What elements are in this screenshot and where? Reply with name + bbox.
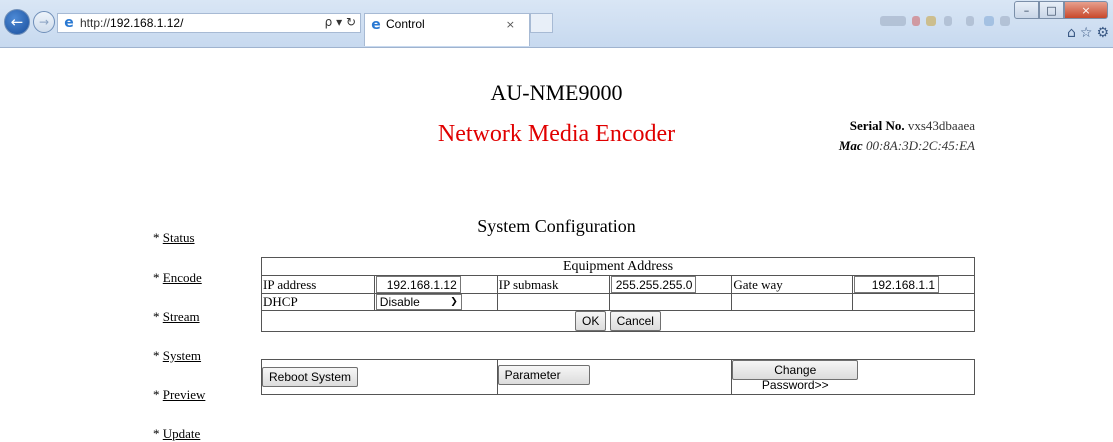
- window-controls: – □ ×: [1014, 1, 1108, 19]
- mac-value: 00:8A:3D:2C:45:EA: [865, 138, 975, 153]
- menu-bullet: *: [153, 348, 163, 363]
- equipment-address-header: Equipment Address: [261, 257, 975, 276]
- tab-ie-icon: e: [371, 17, 381, 33]
- menu-item-system: * System: [153, 348, 201, 364]
- serial-label: Serial No.: [849, 118, 905, 133]
- forward-arrow-icon[interactable]: →: [33, 11, 55, 33]
- empty-cell: [609, 293, 733, 311]
- empty-cell: [731, 293, 854, 311]
- maximize-icon[interactable]: □: [1039, 1, 1064, 19]
- ie-logo-icon: e: [64, 15, 74, 31]
- mac-address: Mac 00:8A:3D:2C:45:EA: [839, 138, 975, 154]
- reboot-system-button[interactable]: Reboot System: [262, 367, 359, 387]
- search-refresh-icons[interactable]: ρ ▾ ↻: [325, 15, 356, 29]
- ip-address-input[interactable]: [375, 276, 461, 293]
- blurred-toolbar-icons: [880, 12, 1020, 34]
- empty-cell: [852, 293, 975, 311]
- home-icon[interactable]: ⌂: [1067, 25, 1076, 41]
- favorites-star-icon[interactable]: ☆: [1080, 25, 1093, 41]
- gateway-label: Gate way: [731, 275, 854, 294]
- menu-item-encode: * Encode: [153, 270, 202, 286]
- menu-link-system[interactable]: System: [163, 348, 201, 363]
- ok-button[interactable]: OK: [575, 311, 607, 331]
- chevron-down-icon: ❯: [450, 297, 458, 307]
- password-cell: Change Password>>: [731, 359, 975, 395]
- address-url[interactable]: http://192.168.1.12/: [80, 16, 183, 30]
- reboot-cell: Reboot System: [261, 359, 498, 395]
- equipment-address-table: Equipment Address IP address IP submask …: [261, 257, 975, 332]
- menu-bullet: *: [153, 309, 163, 324]
- dhcp-label: DHCP: [261, 293, 375, 311]
- dhcp-selected-value: Disable: [379, 295, 420, 309]
- reset-cell: Parameter Rese: [496, 359, 733, 395]
- browser-tools: ⌂ ☆ ⚙: [1067, 25, 1109, 41]
- browser-tab[interactable]: e Control ×: [364, 13, 530, 46]
- url-protocol: http://: [80, 16, 111, 30]
- page-title: System Configuration: [477, 216, 636, 236]
- dhcp-select[interactable]: Disable ❯: [375, 294, 462, 310]
- menu-bullet: *: [153, 387, 163, 402]
- minimize-icon[interactable]: –: [1014, 1, 1039, 19]
- menu-bullet: *: [153, 270, 163, 285]
- mac-label: Mac: [838, 138, 863, 153]
- ip-submask-input[interactable]: [611, 276, 697, 293]
- url-host: 192.168.1.12/: [110, 16, 184, 30]
- ip-address-label: IP address: [261, 275, 375, 294]
- address-bar[interactable]: e http://192.168.1.12/ ρ ▾ ↻: [57, 13, 361, 33]
- menu-link-preview[interactable]: Preview: [163, 387, 206, 402]
- back-arrow-icon[interactable]: ←: [4, 9, 30, 35]
- settings-gear-icon[interactable]: ⚙: [1096, 25, 1109, 41]
- serial-number: Serial No. vxs43dbaaea: [850, 118, 975, 134]
- change-password-button[interactable]: Change Password>>: [732, 360, 859, 392]
- tab-close-icon[interactable]: ×: [506, 18, 515, 31]
- ip-submask-label: IP submask: [496, 275, 611, 294]
- cancel-button[interactable]: Cancel: [609, 311, 661, 331]
- menu-item-preview: * Preview: [153, 387, 205, 403]
- close-window-icon[interactable]: ×: [1064, 1, 1108, 19]
- system-actions-table: Reboot System Parameter Rese Change Pass…: [261, 359, 975, 395]
- menu-link-update[interactable]: Update: [163, 426, 201, 441]
- new-tab-button[interactable]: [530, 13, 553, 33]
- menu-link-stream[interactable]: Stream: [163, 309, 200, 324]
- form-buttons-row: OK Cancel: [261, 310, 975, 332]
- serial-value: vxs43dbaaea: [907, 118, 975, 133]
- device-model-title: AU-NME9000: [490, 80, 623, 105]
- browser-toolbar: ← → e http://192.168.1.12/ ρ ▾ ↻ e Contr…: [0, 0, 1113, 48]
- tab-title: Control: [386, 17, 425, 31]
- menu-item-stream: * Stream: [153, 309, 200, 325]
- empty-cell: [496, 293, 611, 311]
- menu-bullet: *: [153, 426, 163, 441]
- menu-link-encode[interactable]: Encode: [163, 270, 202, 285]
- parameter-reset-button[interactable]: Parameter Rese: [497, 364, 590, 385]
- gateway-input[interactable]: [854, 276, 940, 293]
